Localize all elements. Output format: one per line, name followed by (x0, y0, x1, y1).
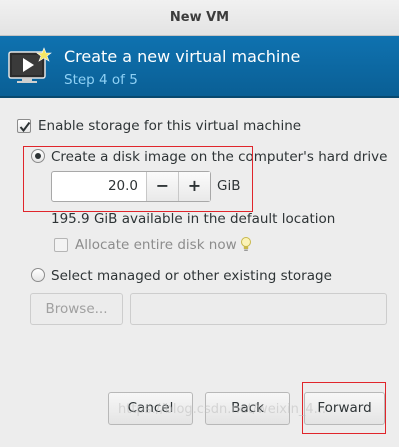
decrement-button[interactable]: − (146, 172, 178, 201)
vm-monitor-icon (8, 46, 52, 86)
lightbulb-icon (240, 236, 252, 254)
allocate-disk-checkbox[interactable] (54, 238, 68, 252)
storage-path-field[interactable] (130, 293, 387, 325)
enable-storage-checkbox[interactable] (17, 119, 31, 133)
disk-size-unit: GiB (217, 178, 241, 194)
create-disk-label: Create a disk image on the computer's ha… (51, 149, 388, 165)
checkmark-icon (19, 121, 31, 133)
available-space-text: 195.9 GiB available in the default locat… (51, 211, 336, 227)
wizard-step: Step 4 of 5 (64, 72, 138, 88)
disk-size-spinner[interactable]: 20.0 − + (51, 171, 211, 202)
increment-button[interactable]: + (178, 172, 210, 201)
disk-size-value[interactable]: 20.0 (52, 172, 146, 201)
allocate-disk-label: Allocate entire disk now (75, 237, 237, 253)
window-title: New VM (169, 10, 230, 25)
existing-storage-label: Select managed or other existing storage (51, 268, 332, 284)
existing-storage-radio[interactable] (31, 268, 45, 282)
wizard-title: Create a new virtual machine (64, 47, 301, 66)
enable-storage-label: Enable storage for this virtual machine (38, 118, 302, 134)
create-disk-radio[interactable] (31, 149, 45, 163)
window-titlebar: New VM (0, 0, 399, 36)
browse-button[interactable]: Browse... (30, 293, 123, 325)
wizard-banner: Create a new virtual machine Step 4 of 5 (0, 36, 399, 98)
watermark-text: https://blog.csdn.net/weixin_4... (118, 402, 327, 417)
